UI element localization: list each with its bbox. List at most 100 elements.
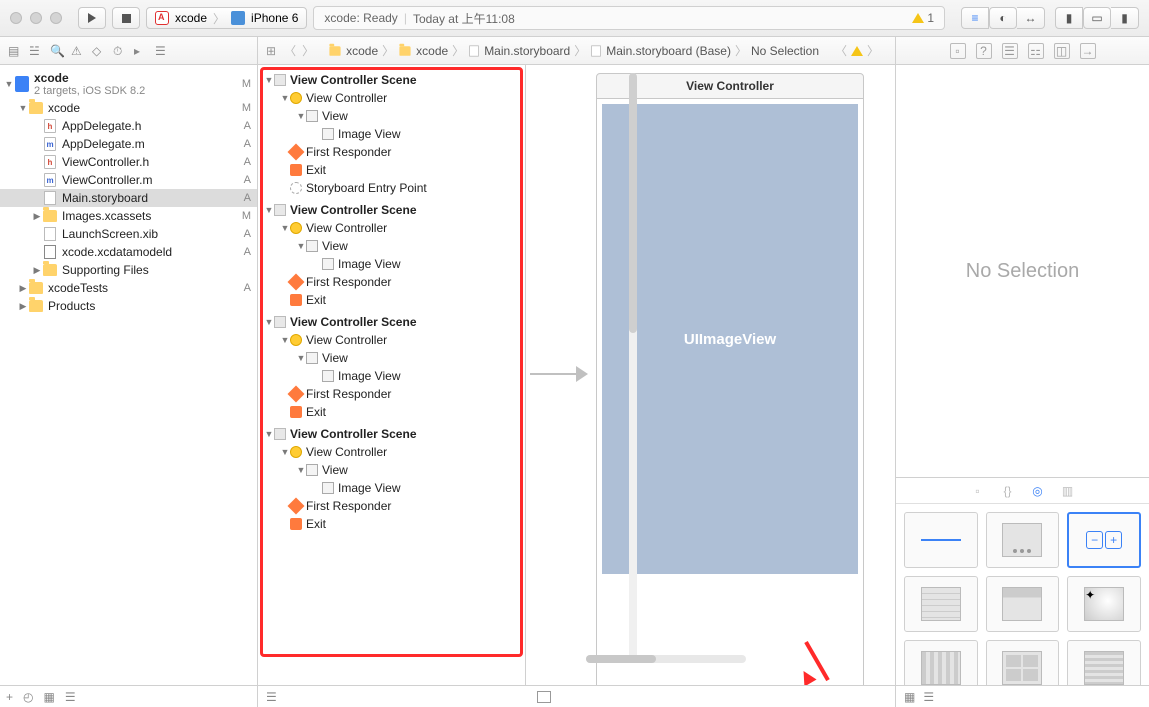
- project-tree-row[interactable]: ▶Supporting Files: [0, 261, 257, 279]
- filter-icon[interactable]: ☰: [65, 690, 76, 704]
- outline-row[interactable]: ▼View: [258, 107, 525, 125]
- list-view-icon[interactable]: ☰: [923, 690, 934, 704]
- outline-row[interactable]: ▼View: [258, 237, 525, 255]
- toggle-left-panel-icon[interactable]: ▮: [1055, 7, 1083, 29]
- scheme-selector[interactable]: xcode 〉 iPhone 6: [146, 7, 307, 29]
- outline-row[interactable]: ▼View Controller: [258, 219, 525, 237]
- outline-row[interactable]: Exit: [258, 161, 525, 179]
- recent-filter-icon[interactable]: ◴: [23, 690, 33, 704]
- toggle-bottom-panel-icon[interactable]: ▭: [1083, 7, 1111, 29]
- related-items-icon[interactable]: ⊞: [258, 44, 284, 58]
- back-chevron-icon[interactable]: 〈: [284, 42, 302, 59]
- project-navigator-icon[interactable]: ▤: [8, 44, 22, 58]
- project-tree-row[interactable]: hAppDelegate.hA: [0, 117, 257, 135]
- media-library-icon[interactable]: ▥: [1060, 483, 1076, 499]
- test-navigator-icon[interactable]: ◇: [92, 44, 106, 58]
- library-item[interactable]: [986, 640, 1060, 685]
- outline-toggle-icon[interactable]: ☰: [266, 690, 277, 704]
- outline-row[interactable]: Image View: [258, 367, 525, 385]
- project-tree-row[interactable]: ▶xcodeTestsA: [0, 279, 257, 297]
- project-root[interactable]: ▼xcode2 targets, iOS SDK 8.2M: [0, 69, 257, 99]
- editor-mode-segment[interactable]: ≡ ◐ ↔: [961, 7, 1045, 29]
- library-item[interactable]: [904, 640, 978, 685]
- library-item[interactable]: −+: [1067, 512, 1141, 568]
- version-editor-icon[interactable]: ↔: [1017, 7, 1045, 29]
- forward-chevron-icon[interactable]: 〉: [302, 42, 320, 59]
- outline-row[interactable]: ▼View Controller: [258, 89, 525, 107]
- assistant-editor-icon[interactable]: ◐: [989, 7, 1017, 29]
- vertical-scrollbar[interactable]: [629, 73, 637, 663]
- library-item[interactable]: [986, 576, 1060, 632]
- library-item[interactable]: [1067, 640, 1141, 685]
- outline-row[interactable]: ▼View Controller: [258, 331, 525, 349]
- outline-row[interactable]: ▼View: [258, 349, 525, 367]
- document-outline[interactable]: ▼View Controller Scene▼View Controller▼V…: [258, 65, 526, 685]
- project-tree[interactable]: ▼xcode2 targets, iOS SDK 8.2M▼xcodeMhApp…: [0, 65, 257, 685]
- project-tree-row[interactable]: LaunchScreen.xibA: [0, 225, 257, 243]
- outline-row[interactable]: ▼View Controller Scene: [258, 71, 525, 89]
- identity-inspector-icon[interactable]: ☰: [1002, 43, 1018, 59]
- run-button[interactable]: [78, 7, 106, 29]
- project-tree-row[interactable]: xcode.xcdatamodeldA: [0, 243, 257, 261]
- debug-navigator-icon[interactable]: ⏱: [113, 44, 127, 58]
- code-snippet-library-icon[interactable]: {}: [1000, 483, 1016, 499]
- project-tree-row[interactable]: ▼xcodeM: [0, 99, 257, 117]
- jump-bar[interactable]: xcode〉 xcode〉 Main.storyboard〉 Main.stor…: [320, 42, 895, 59]
- jumpbar-warning[interactable]: 〈 〉: [835, 42, 887, 59]
- outline-row[interactable]: Image View: [258, 125, 525, 143]
- library-grid[interactable]: −+ ✦: [896, 504, 1149, 685]
- report-navigator-icon[interactable]: ☰: [155, 44, 169, 58]
- outline-row[interactable]: First Responder: [258, 497, 525, 515]
- file-inspector-icon[interactable]: ▫: [950, 43, 966, 59]
- library-tabs[interactable]: ▫ {} ◎ ▥: [896, 478, 1149, 504]
- add-icon[interactable]: +: [6, 690, 13, 704]
- outline-row[interactable]: Image View: [258, 479, 525, 497]
- library-item[interactable]: [904, 576, 978, 632]
- help-inspector-icon[interactable]: ?: [976, 43, 992, 59]
- size-class-toggle-icon[interactable]: [537, 691, 551, 703]
- outline-row[interactable]: First Responder: [258, 273, 525, 291]
- library-item[interactable]: [904, 512, 978, 568]
- navigator-selector[interactable]: ▤ ☱ 🔍 ⚠ ◇ ⏱ ▸ ☰: [0, 37, 258, 64]
- canvas-imageview[interactable]: UIImageView: [602, 104, 858, 574]
- outline-row[interactable]: First Responder: [258, 385, 525, 403]
- standard-editor-icon[interactable]: ≡: [961, 7, 989, 29]
- inspector-selector[interactable]: ▫ ? ☰ ⚏ ◫ →: [895, 37, 1149, 64]
- scm-filter-icon[interactable]: ▦: [44, 690, 55, 704]
- grid-view-icon[interactable]: ▦: [904, 690, 915, 704]
- panel-toggle-segment[interactable]: ▮ ▭ ▮: [1055, 7, 1139, 29]
- connections-inspector-icon[interactable]: →: [1080, 43, 1096, 59]
- storyboard-canvas[interactable]: View Controller UIImageView: [526, 65, 895, 685]
- project-tree-row[interactable]: Main.storyboardA: [0, 189, 257, 207]
- outline-row[interactable]: ▼View Controller Scene: [258, 425, 525, 443]
- outline-row[interactable]: First Responder: [258, 143, 525, 161]
- library-footer[interactable]: ▦ ☰: [896, 685, 1149, 707]
- library-item[interactable]: ✦: [1067, 576, 1141, 632]
- traffic-lights[interactable]: [10, 12, 62, 24]
- issue-navigator-icon[interactable]: ⚠: [71, 44, 85, 58]
- outline-row[interactable]: Image View: [258, 255, 525, 273]
- navigator-footer[interactable]: + ◴ ▦ ☰: [0, 685, 257, 707]
- project-tree-row[interactable]: hViewController.hA: [0, 153, 257, 171]
- project-tree-row[interactable]: mAppDelegate.mA: [0, 135, 257, 153]
- outline-row[interactable]: ▼View: [258, 461, 525, 479]
- outline-row[interactable]: Exit: [258, 291, 525, 309]
- find-navigator-icon[interactable]: 🔍: [50, 44, 64, 58]
- breakpoint-navigator-icon[interactable]: ▸: [134, 44, 148, 58]
- file-template-library-icon[interactable]: ▫: [970, 483, 986, 499]
- outline-row[interactable]: Storyboard Entry Point: [258, 179, 525, 197]
- project-tree-row[interactable]: ▶Products: [0, 297, 257, 315]
- outline-row[interactable]: ▼View Controller Scene: [258, 313, 525, 331]
- toggle-right-panel-icon[interactable]: ▮: [1111, 7, 1139, 29]
- warning-badge[interactable]: 1: [912, 11, 934, 25]
- outline-row[interactable]: Exit: [258, 403, 525, 421]
- symbol-navigator-icon[interactable]: ☱: [29, 44, 43, 58]
- project-tree-row[interactable]: mViewController.mA: [0, 171, 257, 189]
- outline-row[interactable]: ▼View Controller Scene: [258, 201, 525, 219]
- library-item[interactable]: [986, 512, 1060, 568]
- size-inspector-icon[interactable]: ◫: [1054, 43, 1070, 59]
- outline-row[interactable]: ▼View Controller: [258, 443, 525, 461]
- stop-button[interactable]: [112, 7, 140, 29]
- outline-row[interactable]: Exit: [258, 515, 525, 533]
- object-library-icon[interactable]: ◎: [1030, 483, 1046, 499]
